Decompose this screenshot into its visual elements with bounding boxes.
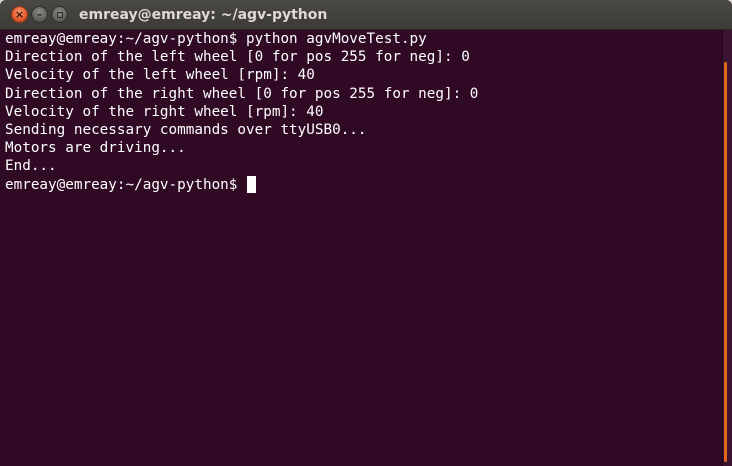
scrollbar-thumb[interactable] [724,62,727,462]
text-cursor [247,175,257,193]
window-title: emreay@emreay: ~/agv-python [79,7,328,23]
title-bar[interactable]: × – emreay@emreay: ~/agv-python [0,0,732,30]
minimize-icon: – [36,8,43,21]
terminal-window: × – emreay@emreay: ~/agv-python emreay@e… [0,0,732,466]
terminal-line: Direction of the right wheel [0 for pos … [5,85,479,102]
terminal-line: End... [5,158,57,175]
terminal-line: emreay@emreay:~/agv-python$ python agvMo… [5,31,427,47]
shell-prompt: emreay@emreay:~/agv-python$ [5,176,247,193]
terminal-line: Velocity of the right wheel [rpm]: 40 [5,103,324,120]
terminal-line: Sending necessary commands over ttyUSB0.… [5,121,367,138]
maximize-button[interactable] [51,6,68,23]
terminal-line: Velocity of the left wheel [rpm]: 40 [5,67,315,84]
close-icon: × [14,8,25,21]
close-button[interactable]: × [11,6,28,23]
scrollbar[interactable] [722,30,732,466]
maximize-icon [56,11,63,18]
terminal-line: Direction of the left wheel [0 for pos 2… [5,49,470,66]
terminal-output[interactable]: emreay@emreay:~/agv-python$ python agvMo… [0,30,722,466]
terminal-prompt-line[interactable]: emreay@emreay:~/agv-python$ [5,175,722,194]
minimize-button[interactable]: – [31,6,48,23]
terminal-line: Motors are driving... [5,140,186,157]
